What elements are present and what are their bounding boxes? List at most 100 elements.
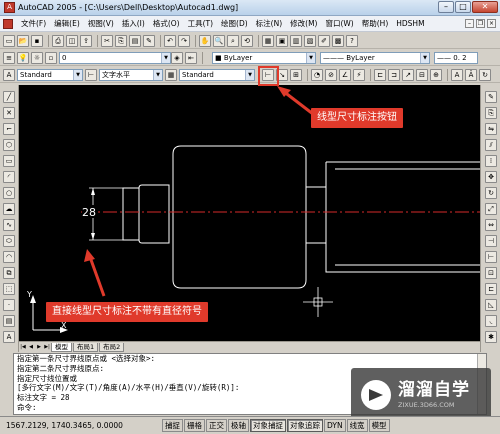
- tab-first-icon[interactable]: |◀: [19, 343, 27, 352]
- design-center-icon[interactable]: ▣: [276, 34, 288, 47]
- chevron-down-icon[interactable]: ▼: [161, 52, 170, 63]
- sheet-set-icon[interactable]: ▧: [304, 34, 316, 47]
- pan-icon[interactable]: ✋: [199, 34, 211, 47]
- scale-icon[interactable]: ⤢: [485, 203, 497, 215]
- layer-select[interactable]: 0 ▼: [59, 51, 171, 64]
- doc-close-button[interactable]: ×: [487, 19, 496, 28]
- break-icon[interactable]: ⊡: [485, 267, 497, 279]
- chamfer-icon[interactable]: ◺: [485, 299, 497, 311]
- revision-cloud-icon[interactable]: ☁: [3, 203, 15, 215]
- join-icon[interactable]: ⊏: [485, 283, 497, 295]
- properties-icon[interactable]: ▦: [262, 34, 274, 47]
- menu-modify[interactable]: 修改(M): [286, 18, 321, 29]
- menu-edit[interactable]: 编辑(E): [50, 18, 84, 29]
- menu-hdshm[interactable]: HDSHM: [392, 19, 428, 28]
- lineweight-select[interactable]: —— 0. 2: [434, 51, 478, 64]
- redo-icon[interactable]: ↷: [178, 34, 190, 47]
- maximize-button[interactable]: □: [455, 1, 471, 13]
- tab-last-icon[interactable]: ▶|: [43, 343, 51, 352]
- cut-icon[interactable]: ✂: [101, 34, 113, 47]
- circle-icon[interactable]: ○: [3, 187, 15, 199]
- layer-previous-icon[interactable]: ⇤: [185, 51, 197, 64]
- dim-style-icon[interactable]: ⊢: [85, 68, 97, 81]
- grid-toggle[interactable]: 栅格: [184, 419, 205, 432]
- polyline-icon[interactable]: ⌐: [3, 123, 15, 135]
- dimension-update-icon[interactable]: ↻: [479, 68, 491, 81]
- menu-tools[interactable]: 工具(T): [184, 18, 217, 29]
- continue-dimension-icon[interactable]: ⊐: [388, 68, 400, 81]
- construction-line-icon[interactable]: ✕: [3, 107, 15, 119]
- print-preview-icon[interactable]: ◫: [66, 34, 78, 47]
- print-icon[interactable]: ⎙: [52, 34, 64, 47]
- layer-manager-icon[interactable]: ≡: [3, 51, 15, 64]
- polygon-icon[interactable]: ⬡: [3, 139, 15, 151]
- fillet-icon[interactable]: ◟: [485, 315, 497, 327]
- new-file-icon[interactable]: ▭: [3, 34, 15, 47]
- snap-toggle[interactable]: 捕捉: [162, 419, 183, 432]
- ellipse-arc-icon[interactable]: ◠: [3, 251, 15, 263]
- zoom-window-icon[interactable]: ⌕: [227, 34, 239, 47]
- tab-layout2[interactable]: 布局2: [99, 342, 125, 352]
- save-icon[interactable]: ▪: [31, 34, 43, 47]
- menu-file[interactable]: 文件(F): [17, 18, 50, 29]
- chevron-down-icon[interactable]: ▼: [306, 52, 315, 63]
- erase-icon[interactable]: ✎: [485, 91, 497, 103]
- open-file-icon[interactable]: 📂: [17, 34, 29, 47]
- tab-prev-icon[interactable]: ◀: [27, 343, 35, 352]
- make-layer-current-icon[interactable]: ◈: [171, 51, 183, 64]
- stretch-icon[interactable]: ⇔: [485, 219, 497, 231]
- spline-icon[interactable]: ∿: [3, 219, 15, 231]
- rotate-icon[interactable]: ↻: [485, 187, 497, 199]
- aligned-dimension-icon[interactable]: ↘: [276, 68, 288, 81]
- lineweight-toggle[interactable]: 线宽: [346, 419, 368, 432]
- radius-dimension-icon[interactable]: ◔: [311, 68, 323, 81]
- ordinate-dimension-icon[interactable]: ⊞: [290, 68, 302, 81]
- quick-dimension-icon[interactable]: ⚡: [353, 68, 365, 81]
- model-toggle[interactable]: 模型: [368, 419, 390, 432]
- multiline-text-icon[interactable]: A: [3, 331, 15, 343]
- dim-style-select[interactable]: 文字水平 ▼: [99, 68, 163, 81]
- explode-icon[interactable]: ✱: [485, 331, 497, 343]
- zoom-previous-icon[interactable]: ⟲: [241, 34, 253, 47]
- copy-object-icon[interactable]: ⎘: [485, 107, 497, 119]
- tab-model[interactable]: 模型: [51, 342, 72, 352]
- table-style-icon[interactable]: ▦: [165, 68, 177, 81]
- menu-dimension[interactable]: 标注(N): [252, 18, 286, 29]
- close-button[interactable]: ✕: [472, 1, 498, 13]
- tab-layout1[interactable]: 布局1: [73, 342, 99, 352]
- chevron-down-icon[interactable]: ▼: [153, 69, 162, 80]
- center-mark-icon[interactable]: ⊕: [430, 68, 442, 81]
- publish-icon[interactable]: ⇪: [80, 34, 92, 47]
- doc-restore-button[interactable]: ❐: [476, 19, 485, 28]
- menu-format[interactable]: 格式(O): [149, 18, 184, 29]
- extend-icon[interactable]: ⊢: [485, 251, 497, 263]
- dimension-edit-icon[interactable]: A: [451, 68, 463, 81]
- copy-icon[interactable]: ⎘: [115, 34, 127, 47]
- quick-leader-icon[interactable]: ↗: [402, 68, 414, 81]
- offset-icon[interactable]: ⫽: [485, 139, 497, 151]
- mirror-icon[interactable]: ⇋: [485, 123, 497, 135]
- tab-next-icon[interactable]: ▶: [35, 343, 43, 352]
- text-style-select[interactable]: Standard ▼: [17, 68, 83, 81]
- menu-view[interactable]: 视图(V): [84, 18, 118, 29]
- undo-icon[interactable]: ↶: [164, 34, 176, 47]
- diameter-dimension-icon[interactable]: ⊘: [325, 68, 337, 81]
- array-icon[interactable]: ⁞: [485, 155, 497, 167]
- trim-icon[interactable]: ⊣: [485, 235, 497, 247]
- calculator-icon[interactable]: ▩: [332, 34, 344, 47]
- insert-block-icon[interactable]: ⧉: [3, 267, 15, 279]
- move-icon[interactable]: ✥: [485, 171, 497, 183]
- arc-icon[interactable]: ◜: [3, 171, 15, 183]
- otrack-toggle[interactable]: 对象追踪: [287, 419, 323, 432]
- line-icon[interactable]: ╱: [3, 91, 15, 103]
- point-icon[interactable]: ·: [3, 299, 15, 311]
- help-icon[interactable]: ?: [346, 34, 358, 47]
- zoom-realtime-icon[interactable]: 🔍: [213, 34, 225, 47]
- table-style-select[interactable]: Standard ▼: [179, 68, 255, 81]
- polar-toggle[interactable]: 极轴: [228, 419, 249, 432]
- tolerance-icon[interactable]: ⊟: [416, 68, 428, 81]
- hatch-icon[interactable]: ▤: [3, 315, 15, 327]
- menu-window[interactable]: 窗口(W): [321, 18, 357, 29]
- doc-minimize-button[interactable]: –: [465, 19, 474, 28]
- markup-icon[interactable]: ✐: [318, 34, 330, 47]
